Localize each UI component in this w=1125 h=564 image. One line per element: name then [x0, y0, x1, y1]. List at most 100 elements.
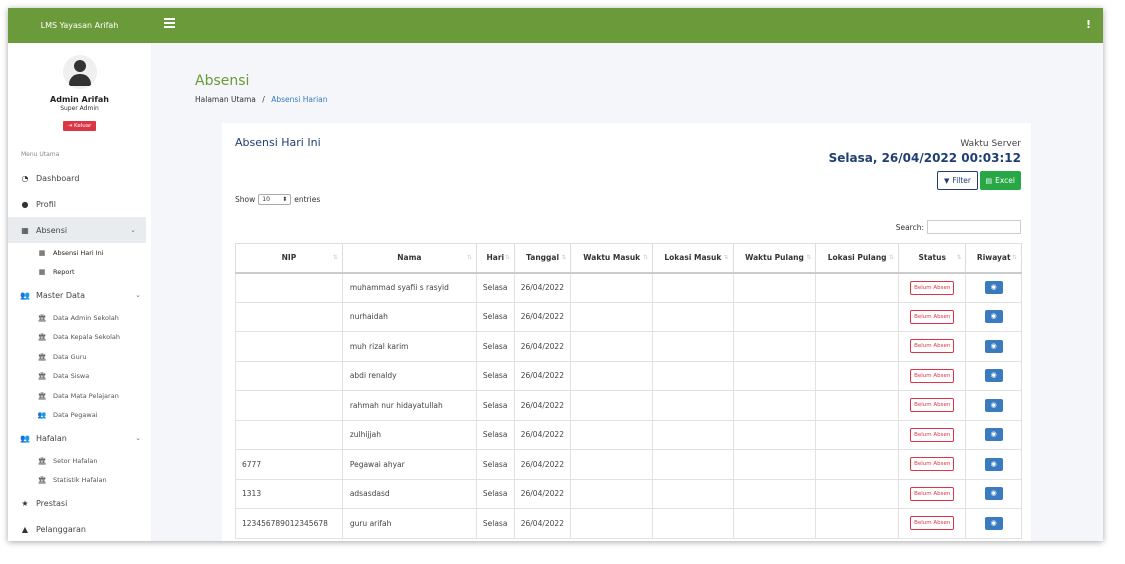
sidebar-item-prestasi[interactable]: ★ Prestasi — [8, 490, 151, 516]
table-cell-empty-6 — [732, 508, 817, 539]
filter-button[interactable]: ▼ Filter — [937, 171, 978, 190]
sidebar-subitem-report[interactable]: ▦ Report — [8, 263, 151, 283]
column-header-nip[interactable]: NIP ⇅ — [235, 243, 343, 274]
table-cell-hari: Selasa — [475, 478, 515, 509]
sidebar-subitem-label: Setor Hafalan — [53, 456, 98, 465]
sidebar-subitem-setor-hafalan[interactable]: 🏛 Setor Hafalan — [8, 451, 151, 471]
sidebar-item-hafalan[interactable]: 👥 Hafalan ⌄ — [8, 425, 151, 451]
sidebar-item-profil[interactable]: ● Profil — [8, 191, 151, 217]
table-row: zulhijjah Selasa 26/04/2022 Belum Absen ◉ — [235, 419, 1022, 450]
view-history-eye-icon[interactable]: ◉ — [984, 457, 1003, 471]
table-cell-empty-7 — [815, 390, 899, 421]
column-header-waktu-pulang[interactable]: Waktu Pulang ⇅ — [732, 243, 817, 274]
user-icon — [73, 60, 86, 72]
sidebar-subitem-statistik-hafalan[interactable]: 🏛 Statistik Hafalan — [8, 471, 151, 491]
breadcrumb-separator: / — [262, 95, 265, 104]
sort-icon: ⇅ — [504, 254, 510, 261]
sidebar-subitem-absensi-hari-ini[interactable]: ▦ Absensi Hari Ini — [8, 243, 151, 263]
sidebar-item-label: Prestasi — [36, 498, 68, 508]
column-header-label: Status — [918, 253, 946, 263]
table-cell-empty-6 — [732, 449, 817, 480]
hamburger-menu-icon[interactable] — [164, 18, 175, 28]
search-area: Search: — [896, 220, 1021, 234]
entries-label: entries — [294, 195, 321, 204]
sidebar-subitem-data-siswa[interactable]: 🏛 Data Siswa — [8, 367, 151, 387]
view-history-eye-icon[interactable]: ◉ — [984, 281, 1003, 294]
column-header-tanggal[interactable]: Tanggal ⇅ — [513, 243, 572, 274]
column-header-lokasi-masuk[interactable]: Lokasi Masuk ⇅ — [652, 243, 734, 274]
sidebar-item-label: Profil — [36, 199, 56, 209]
column-header-nama[interactable]: Nama ⇅ — [341, 243, 477, 274]
table-cell-empty-7 — [815, 419, 899, 450]
table-cell-empty-5 — [652, 301, 734, 332]
sidebar-item-label: Pelanggaran — [36, 524, 86, 534]
table-cell-tanggal: 26/04/2022 — [513, 419, 572, 450]
sidebar-subitem-data-mata-pelajaran[interactable]: 🏛 Data Mata Pelajaran — [8, 386, 151, 406]
view-history-eye-icon[interactable]: ◉ — [984, 428, 1003, 442]
breadcrumb-current: Absensi Harian — [271, 95, 328, 104]
table-cell-empty-5 — [652, 478, 734, 509]
view-history-eye-icon[interactable]: ◉ — [984, 487, 1003, 501]
table-cell-hari: Selasa — [475, 419, 515, 450]
sidebar: LMS Yayasan Arifah Admin Arifah Super Ad… — [8, 8, 151, 541]
table-cell-tanggal: 26/04/2022 — [513, 508, 572, 539]
table-cell-tanggal: 26/04/2022 — [513, 478, 572, 509]
calendar-icon: ▦ — [38, 248, 46, 257]
sidebar-subitem-data-kepala-sekolah[interactable]: 🏛 Data Kepala Sekolah — [8, 328, 151, 348]
table-cell-nama: muhammad syafii s rasyid — [341, 272, 477, 303]
table-row: 6777 Pegawai ahyar Selasa 26/04/2022 Belum A… — [235, 449, 1022, 480]
search-input[interactable] — [927, 220, 1021, 234]
table-cell-nama: abdi renaldy — [341, 360, 477, 391]
sidebar-subitem-data-admin-sekolah[interactable]: 🏛 Data Admin Sekolah — [8, 308, 151, 328]
sort-icon: ⇅ — [466, 254, 472, 261]
column-header-label: Nama — [397, 253, 422, 263]
sidebar-subitem-data-guru[interactable]: 🏛 Data Guru — [8, 347, 151, 367]
warning-icon: ▲ — [21, 524, 29, 534]
sidebar-item-master-data[interactable]: 👥 Master Data ⌄ — [8, 282, 151, 308]
sort-icon: ⇅ — [723, 254, 729, 261]
sidebar-subitem-label: Data Mata Pelajaran — [53, 391, 119, 400]
excel-button[interactable]: ▤ Excel — [979, 171, 1021, 190]
sign-out-icon: ⇥ — [67, 123, 73, 129]
column-header-label: Waktu Pulang — [745, 253, 804, 263]
entries-select[interactable]: 10 ⬍ — [258, 194, 292, 205]
table-cell-nama: adsasdasd — [341, 478, 477, 509]
table-cell-empty-5 — [652, 508, 734, 539]
table-cell-riwayat: ◉ — [965, 390, 1022, 421]
column-header-lokasi-pulang[interactable]: Lokasi Pulang ⇅ — [815, 243, 899, 274]
table-cell-tanggal: 26/04/2022 — [513, 390, 572, 421]
sidebar-subitem-data-pegawai[interactable]: 👥 Data Pegawai — [8, 406, 151, 426]
column-header-riwayat[interactable]: Riwayat ⇅ — [965, 243, 1022, 274]
view-history-eye-icon[interactable]: ◉ — [984, 369, 1003, 383]
breadcrumb-home[interactable]: Halaman Utama — [195, 95, 256, 104]
column-header-label: Riwayat — [976, 253, 1011, 263]
table-cell-tanggal: 26/04/2022 — [513, 360, 572, 391]
column-header-status[interactable]: Status ⇅ — [897, 243, 967, 274]
table-cell-tanggal: 26/04/2022 — [513, 331, 572, 362]
sidebar-item-pelanggaran[interactable]: ▲ Pelanggaran — [8, 516, 151, 541]
sidebar-item-dashboard[interactable]: ◔ Dashboard — [8, 165, 151, 191]
user-role: Super Admin — [60, 105, 99, 112]
user-name: Admin Arifah — [50, 95, 109, 104]
table-cell-riwayat: ◉ — [965, 301, 1022, 332]
brand-logo[interactable]: LMS Yayasan Arifah — [8, 8, 151, 43]
table-cell-status: Belum Absen — [897, 360, 967, 391]
status-badge: Belum Absen — [910, 339, 955, 354]
view-history-eye-icon[interactable]: ◉ — [984, 339, 1003, 353]
column-header-hari[interactable]: Hari ⇅ — [475, 243, 515, 274]
status-badge: Belum Absen — [910, 486, 955, 501]
table-cell-empty-5 — [652, 419, 734, 450]
view-history-eye-icon[interactable]: ◉ — [984, 398, 1003, 412]
table-cell-nama: rahmah nur hidayatullah — [341, 390, 477, 421]
view-history-eye-icon[interactable]: ◉ — [984, 516, 1003, 530]
table-row: 123456789012345678 guru arifah Selasa 26/04… — [235, 508, 1022, 539]
table-cell-empty-4 — [570, 508, 654, 539]
table-cell-hari: Selasa — [475, 360, 515, 391]
column-header-waktu-masuk[interactable]: Waktu Masuk ⇅ — [570, 243, 654, 274]
sidebar-item-absensi[interactable]: ▦ Absensi ⌄ — [8, 217, 146, 243]
table-cell-empty-5 — [652, 449, 734, 480]
users-icon: 👥 — [20, 433, 30, 443]
alert-icon[interactable]: ! — [1086, 18, 1091, 31]
logout-button[interactable]: ⇥ Keluar — [62, 121, 97, 131]
view-history-eye-icon[interactable]: ◉ — [984, 310, 1003, 324]
